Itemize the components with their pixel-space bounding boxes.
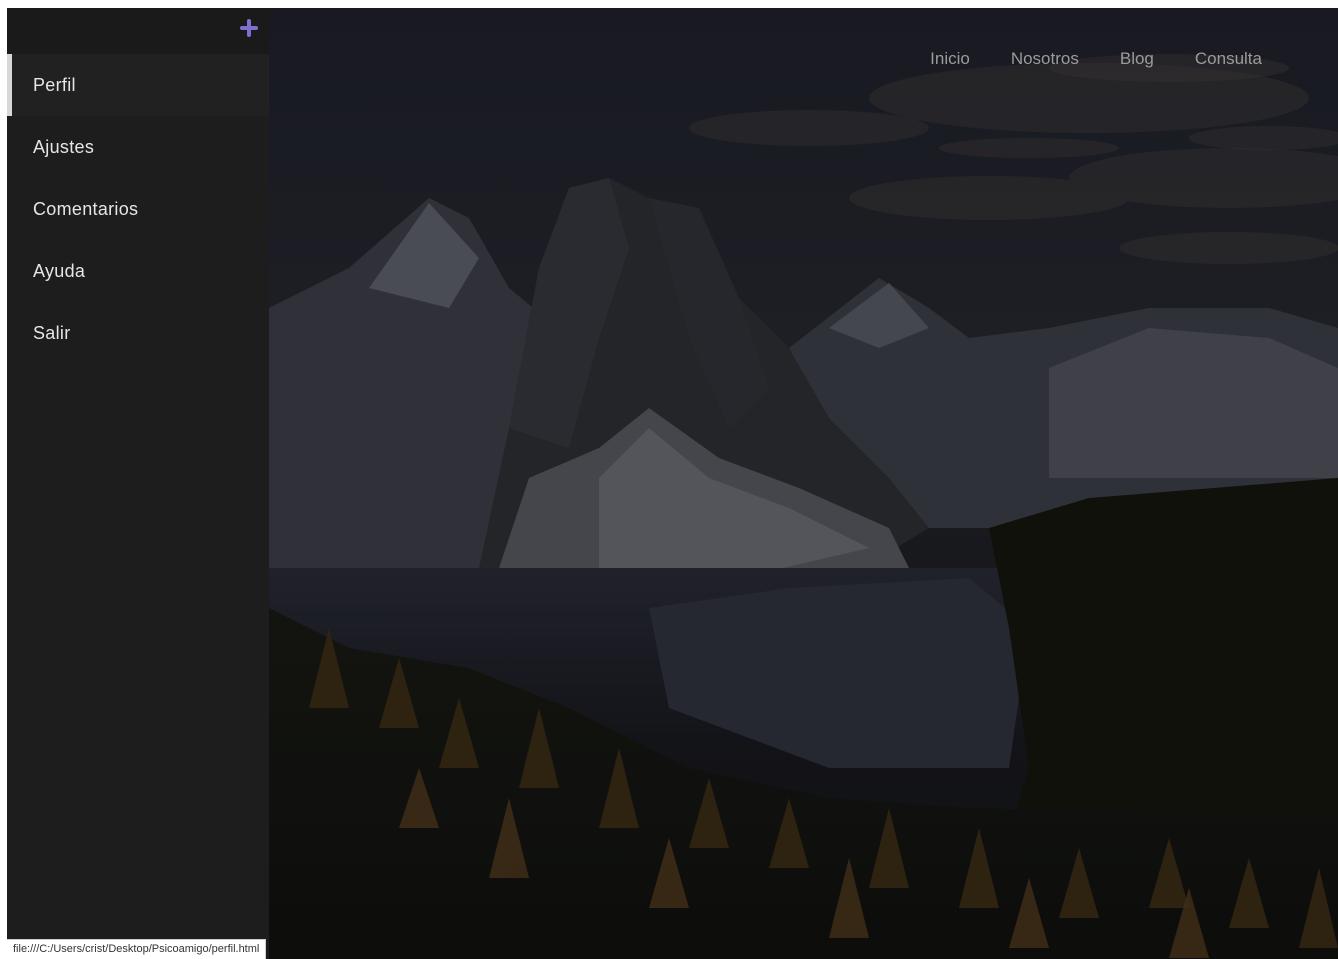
sidebar-item-ayuda[interactable]: Ayuda <box>7 240 269 302</box>
sidebar-item-label: Comentarios <box>33 198 139 219</box>
status-bar-url: file:///C:/Users/crist/Desktop/Psicoamig… <box>7 939 267 959</box>
sidebar-item-label: Perfil <box>33 74 76 95</box>
nav-link-blog[interactable]: Blog <box>1120 49 1154 69</box>
sidebar-item-perfil[interactable]: Perfil <box>7 54 269 116</box>
nav-link-inicio[interactable]: Inicio <box>930 49 970 69</box>
browser-viewport: Inicio Nosotros Blog Consulta Perfil Aju… <box>7 8 1338 959</box>
sidebar-item-label: Ajustes <box>33 136 95 157</box>
top-navigation: Inicio Nosotros Blog Consulta <box>889 49 1262 69</box>
sidebar-item-label: Salir <box>33 322 71 343</box>
nav-link-nosotros[interactable]: Nosotros <box>1011 49 1079 69</box>
sidebar-item-label: Ayuda <box>33 260 86 281</box>
sidebar-item-comentarios[interactable]: Comentarios <box>7 178 269 240</box>
sidebar-header <box>7 8 269 54</box>
sidebar-menu: Perfil Ajustes Comentarios Ayuda Salir <box>7 8 269 959</box>
sidebar-item-ajustes[interactable]: Ajustes <box>7 116 269 178</box>
sidebar-menu-list: Perfil Ajustes Comentarios Ayuda Salir <box>7 54 269 364</box>
background-landscape-image <box>269 8 1338 959</box>
nav-link-consulta[interactable]: Consulta <box>1195 49 1262 69</box>
sidebar-item-salir[interactable]: Salir <box>7 302 269 364</box>
plus-icon[interactable] <box>238 17 260 39</box>
